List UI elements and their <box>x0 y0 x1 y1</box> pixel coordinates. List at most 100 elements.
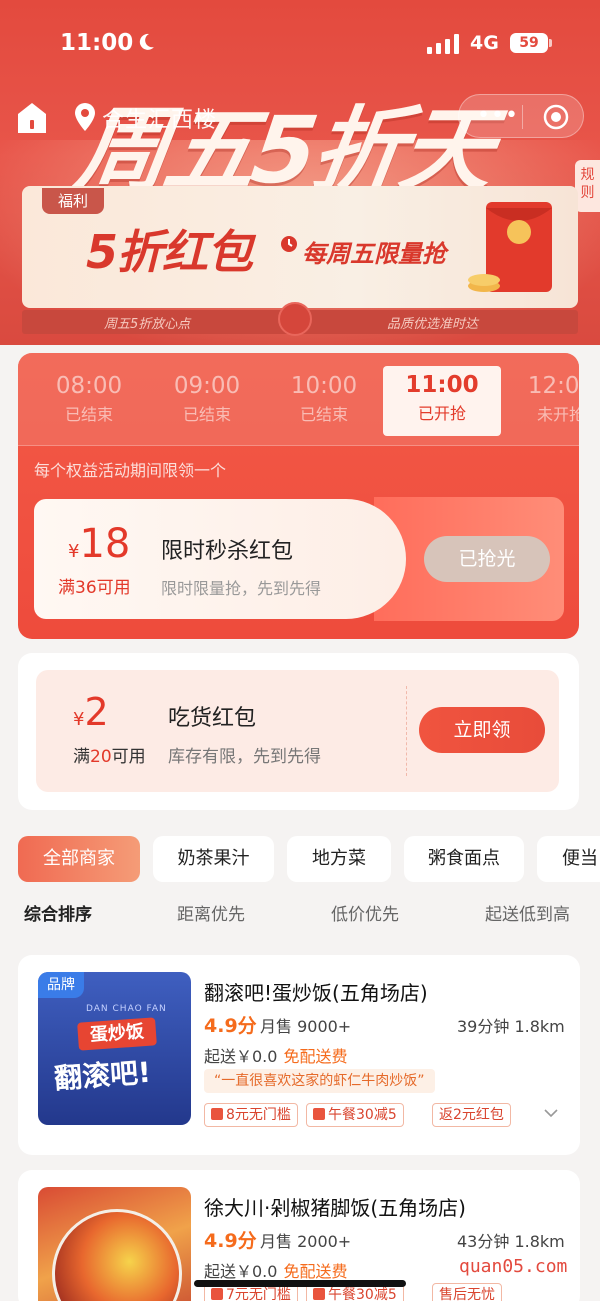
alarm-clock-icon <box>281 236 297 252</box>
claim-now-button[interactable]: 立即领 <box>419 707 545 753</box>
promo-tag: 福利 <box>42 188 105 214</box>
foodie-coupon: ¥2 满20可用 吃货红包 库存有限，先到先得 立即领 <box>36 670 559 792</box>
more-icon[interactable]: ••• <box>477 105 519 127</box>
slot-time: 12:00 <box>527 373 579 399</box>
hero-banner: 11:00 4G 59 周五5折天 合生汇西楼 ••• 规则 福利 5折红包 每… <box>0 0 600 345</box>
promo-tag-text: 8元无门槛 <box>226 1107 291 1123</box>
sort-bar: 综合排序 距离优先 低价优先 起送低到高 <box>0 900 600 930</box>
time-slot-1200[interactable]: 12:00 未开抢 <box>502 367 579 437</box>
promo-tag: 售后无忧 <box>432 1283 502 1301</box>
min-order: 起送￥0.0 <box>204 1047 278 1066</box>
slot-divider <box>18 445 579 446</box>
brand-badge: 品牌 <box>38 972 84 998</box>
red-envelope-icon <box>468 202 552 292</box>
signal-icon <box>427 34 459 54</box>
strip-right-text: 品质优选准时达 <box>387 317 479 332</box>
sold-out-button[interactable]: 已抢光 <box>424 536 550 582</box>
image-caption-en: DAN CHAO FAN <box>86 1004 167 1014</box>
battery-icon: 59 <box>510 33 548 53</box>
currency-symbol: ¥ <box>68 541 80 562</box>
free-delivery: 免配送费 <box>283 1047 348 1066</box>
coupon-icon <box>211 1108 223 1120</box>
rules-tab[interactable]: 规则 <box>575 160 600 212</box>
promo-tag: 返2元红包 <box>432 1103 511 1127</box>
cond-prefix: 满 <box>73 747 90 767</box>
category-all[interactable]: 全部商家 <box>18 836 140 882</box>
promo-tag-text: 7元无门槛 <box>226 1287 291 1301</box>
category-local-food[interactable]: 地方菜 <box>287 836 391 882</box>
network-type: 4G <box>470 32 499 54</box>
image-caption-dish: 蛋炒饭 <box>77 1017 157 1051</box>
slot-note: 每个权益活动期间限领一个 <box>34 461 227 480</box>
home-icon[interactable] <box>16 100 48 136</box>
min-order: 起送￥0.0 <box>204 1262 278 1281</box>
slot-status: 已结束 <box>299 405 348 424</box>
merchant-eta: 39分钟 1.8km <box>457 1017 565 1036</box>
seckill-amount: ¥18 <box>68 521 130 567</box>
moon-icon <box>139 33 154 50</box>
chevron-down-icon[interactable] <box>544 1108 558 1118</box>
merchant-fee: 起送￥0.0 免配送费 <box>204 1258 347 1282</box>
slot-time: 11:00 <box>405 372 479 398</box>
promo-tag-text: 返2元红包 <box>439 1107 504 1123</box>
slot-status: 已结束 <box>64 405 113 424</box>
merchant-name[interactable]: 徐大川·剁椒猪脚饭(五角场店) <box>204 1192 466 1221</box>
category-congee-noodles[interactable]: 粥食面点 <box>404 836 524 882</box>
location-text[interactable]: 合生汇西楼 <box>102 102 217 134</box>
status-time: 11:00 <box>60 30 134 56</box>
seckill-desc: 限时限量抢，先到先得 <box>161 579 322 598</box>
image-caption-brand: 翻滚吧! <box>53 1055 152 1096</box>
merchant-name[interactable]: 翻滚吧!蛋炒饭(五角场店) <box>204 977 428 1006</box>
strip-left-text: 周五5折放心点 <box>104 317 191 332</box>
sort-default[interactable]: 综合排序 <box>24 900 92 925</box>
seckill-title: 限时秒杀红包 <box>161 539 294 564</box>
category-bento[interactable]: 便当 <box>537 836 600 882</box>
promo-tag-text: 午餐30减5 <box>328 1287 397 1301</box>
promo-headline: 5折红包 <box>86 225 253 279</box>
coupon-value: 2 <box>84 690 109 734</box>
merchant-rating: 4.9分 <box>204 1230 257 1252</box>
status-bar: 11:00 4G 59 <box>0 28 600 62</box>
close-target-icon[interactable] <box>543 104 569 130</box>
hero-strip: 周五5折放心点 品质优选准时达 <box>22 302 578 336</box>
foodie-amount: ¥2 <box>73 690 109 734</box>
merchant-card[interactable]: 品牌 DAN CHAO FAN 蛋炒饭 翻滚吧! 翻滚吧!蛋炒饭(五角场店) 4… <box>18 955 580 1155</box>
slot-time: 09:00 <box>173 373 241 399</box>
flash-sale-panel: 08:00 已结束 09:00 已结束 10:00 已结束 11:00 已开抢 … <box>18 353 579 639</box>
seckill-coupon: ¥18 满36可用 限时秒杀红包 限时限量抢，先到先得 已抢光 <box>34 497 564 621</box>
slot-status: 已开抢 <box>417 404 466 423</box>
coupon-dashed-separator <box>406 686 407 776</box>
location-pin-icon[interactable] <box>74 102 96 132</box>
time-slot-1000[interactable]: 10:00 已结束 <box>265 367 383 437</box>
cond-suffix: 可用 <box>111 747 146 767</box>
promo-card[interactable]: 福利 5折红包 每周五限量抢 <box>22 186 578 308</box>
merchant-rating: 4.9分 <box>204 1015 257 1037</box>
sort-price[interactable]: 低价优先 <box>331 900 399 925</box>
time-slot-0900[interactable]: 09:00 已结束 <box>148 367 266 437</box>
coupon-icon <box>313 1288 325 1300</box>
battery-tip <box>549 39 552 47</box>
rules-label: 规则 <box>580 167 595 201</box>
free-delivery: 免配送费 <box>283 1262 348 1281</box>
merchant-eta: 43分钟 1.8km <box>457 1232 565 1251</box>
capsule-divider <box>522 105 523 129</box>
time-slot-0800[interactable]: 08:00 已结束 <box>30 367 148 437</box>
time-slot-1100[interactable]: 11:00 已开抢 <box>383 366 501 436</box>
coupon-value: 18 <box>79 521 131 567</box>
sort-min-order[interactable]: 起送低到高 <box>485 900 570 925</box>
home-indicator[interactable] <box>194 1280 406 1287</box>
merchant-sales: 月售 2000+ <box>260 1232 352 1251</box>
coupon-icon <box>211 1288 223 1300</box>
sort-distance[interactable]: 距离优先 <box>177 900 245 925</box>
merchant-sales: 月售 9000+ <box>260 1017 352 1036</box>
promo-tag: 8元无门槛 <box>204 1103 298 1127</box>
slot-time: 08:00 <box>55 373 123 399</box>
category-milk-tea[interactable]: 奶茶果汁 <box>153 836 274 882</box>
promo-tag-text: 午餐30减5 <box>328 1107 397 1123</box>
eleme-logo-icon <box>278 302 312 336</box>
foodie-title: 吃货红包 <box>168 706 257 731</box>
merchant-image <box>38 1187 191 1301</box>
slot-status: 未开抢 <box>536 405 579 424</box>
seckill-coupon-left: ¥18 满36可用 限时秒杀红包 限时限量抢，先到先得 <box>34 499 406 619</box>
merchant-fee: 起送￥0.0 免配送费 <box>204 1043 347 1067</box>
